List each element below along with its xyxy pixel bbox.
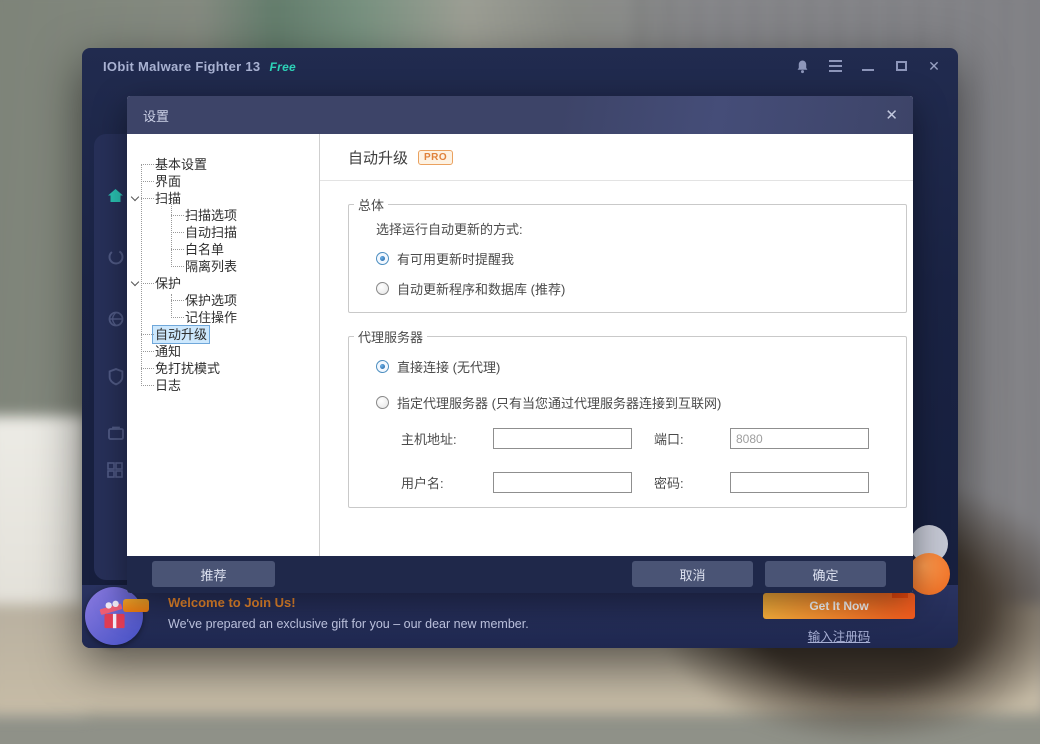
chevron-down-icon[interactable]	[130, 192, 140, 202]
window-title: IObit Malware Fighter 13 Free	[103, 59, 296, 74]
banner-title: Welcome to Join Us!	[168, 595, 296, 610]
tree-item-quarantine-list[interactable]: 隔离列表	[127, 258, 319, 275]
proxy-group: 代理服务器 直接连接 (无代理) 指定代理服务器 (只有当您通过代理服务器连接到…	[348, 327, 907, 508]
proxy-host-row: 主机地址: 端口:	[401, 428, 906, 449]
dialog-header: 设置 ✕	[127, 96, 913, 134]
tree-item-auto-scan[interactable]: 自动扫描	[127, 224, 319, 241]
tree-item-auto-update[interactable]: 自动升级	[127, 326, 319, 343]
tree-item-scan[interactable]: 扫描	[127, 190, 319, 207]
pro-badge: PRO	[418, 150, 454, 165]
host-address-input[interactable]	[493, 428, 632, 449]
radio-selected-icon	[376, 252, 389, 265]
radio-notify-updates[interactable]: 有可用更新时提醒我	[376, 249, 906, 268]
general-group-legend: 总体	[358, 198, 385, 213]
port-label: 端口:	[654, 432, 684, 447]
notifications-bell-icon[interactable]	[794, 58, 810, 74]
radio-direct-connection[interactable]: 直接连接 (无代理)	[376, 357, 906, 376]
dialog-footer: 推荐 取消 确定	[127, 556, 913, 593]
tree-item-scan-options[interactable]: 扫描选项	[127, 207, 319, 224]
edition-badge: Free	[269, 60, 297, 74]
scan-icon[interactable]	[107, 248, 127, 266]
general-group: 总体 选择运行自动更新的方式: 有可用更新时提醒我 自动更新程序和数据库 (推荐…	[348, 195, 907, 313]
tree-item-notification[interactable]: 通知	[127, 343, 319, 360]
password-label: 密码:	[654, 476, 684, 491]
chevron-down-icon[interactable]	[130, 277, 140, 287]
port-input[interactable]	[730, 428, 869, 449]
close-icon[interactable]: ✕	[926, 58, 942, 74]
content-header: 自动升级 PRO	[320, 134, 913, 168]
home-icon[interactable]	[107, 188, 127, 206]
tree-item-basic-settings[interactable]: 基本设置	[127, 156, 319, 173]
browser-protection-icon[interactable]	[107, 310, 127, 328]
dialog-close-icon[interactable]: ✕	[885, 108, 898, 123]
radio-unselected-icon	[376, 396, 389, 409]
minimize-icon[interactable]	[860, 58, 876, 74]
action-center-icon[interactable]	[107, 462, 127, 480]
settings-content: 自动升级 PRO 总体 选择运行自动更新的方式: 有可用更新时提醒我 自动更新程…	[320, 134, 913, 556]
tree-item-logs[interactable]: 日志	[127, 377, 319, 394]
cancel-button[interactable]: 取消	[632, 561, 753, 587]
recommend-button[interactable]: 推荐	[152, 561, 275, 587]
security-guard-icon[interactable]	[107, 368, 127, 386]
radio-auto-update-db[interactable]: 自动更新程序和数据库 (推荐)	[376, 279, 906, 298]
proxy-auth-row: 用户名: 密码:	[401, 472, 906, 493]
banner-subtitle: We've prepared an exclusive gift for you…	[168, 617, 529, 631]
tree-item-protection[interactable]: 保护	[127, 275, 319, 292]
update-mode-caption: 选择运行自动更新的方式:	[376, 222, 523, 237]
toolbox-icon[interactable]	[107, 425, 127, 443]
promo-banner: Welcome to Join Us! We've prepared an ex…	[82, 585, 958, 648]
app-name: IObit Malware Fighter 13	[103, 59, 261, 74]
window-controls: ✕	[794, 58, 942, 74]
floating-gift-icon[interactable]	[908, 553, 950, 595]
radio-unselected-icon	[376, 282, 389, 295]
username-label: 用户名:	[401, 476, 444, 491]
page-title: 自动升级	[348, 150, 409, 167]
tree-item-protection-options[interactable]: 保护选项	[127, 292, 319, 309]
menu-icon[interactable]	[827, 58, 843, 74]
host-label: 主机地址:	[401, 432, 457, 447]
ok-button[interactable]: 确定	[765, 561, 886, 587]
password-input[interactable]	[730, 472, 869, 493]
dialog-title: 设置	[143, 108, 170, 124]
settings-tree: 基本设置 界面 扫描 扫描选项 自动扫描 白名单 隔离列表 保护 保护选项 记住…	[127, 134, 320, 556]
maximize-icon[interactable]	[893, 58, 909, 74]
settings-dialog: 设置 ✕ 基本设置 界面 扫描 扫描选项 自动扫描 白名单 隔离列表 保护 保护…	[127, 96, 913, 593]
proxy-group-legend: 代理服务器	[358, 330, 424, 345]
radio-custom-proxy[interactable]: 指定代理服务器 (只有当您通过代理服务器连接到互联网)	[376, 393, 906, 412]
dialog-body: 基本设置 界面 扫描 扫描选项 自动扫描 白名单 隔离列表 保护 保护选项 记住…	[127, 134, 913, 556]
enter-license-link[interactable]: 输入注册码	[763, 626, 915, 645]
tree-item-dnd-mode[interactable]: 免打扰模式	[127, 360, 319, 377]
tree-item-whitelist[interactable]: 白名单	[127, 241, 319, 258]
gift-tag-icon	[123, 599, 149, 612]
tree-item-interface[interactable]: 界面	[127, 173, 319, 190]
get-it-now-button[interactable]: Get It Now	[763, 586, 915, 619]
header-divider	[320, 180, 913, 181]
gift-icon	[85, 587, 149, 645]
username-input[interactable]	[493, 472, 632, 493]
radio-selected-icon	[376, 360, 389, 373]
tree-item-remember-actions[interactable]: 记住操作	[127, 309, 319, 326]
